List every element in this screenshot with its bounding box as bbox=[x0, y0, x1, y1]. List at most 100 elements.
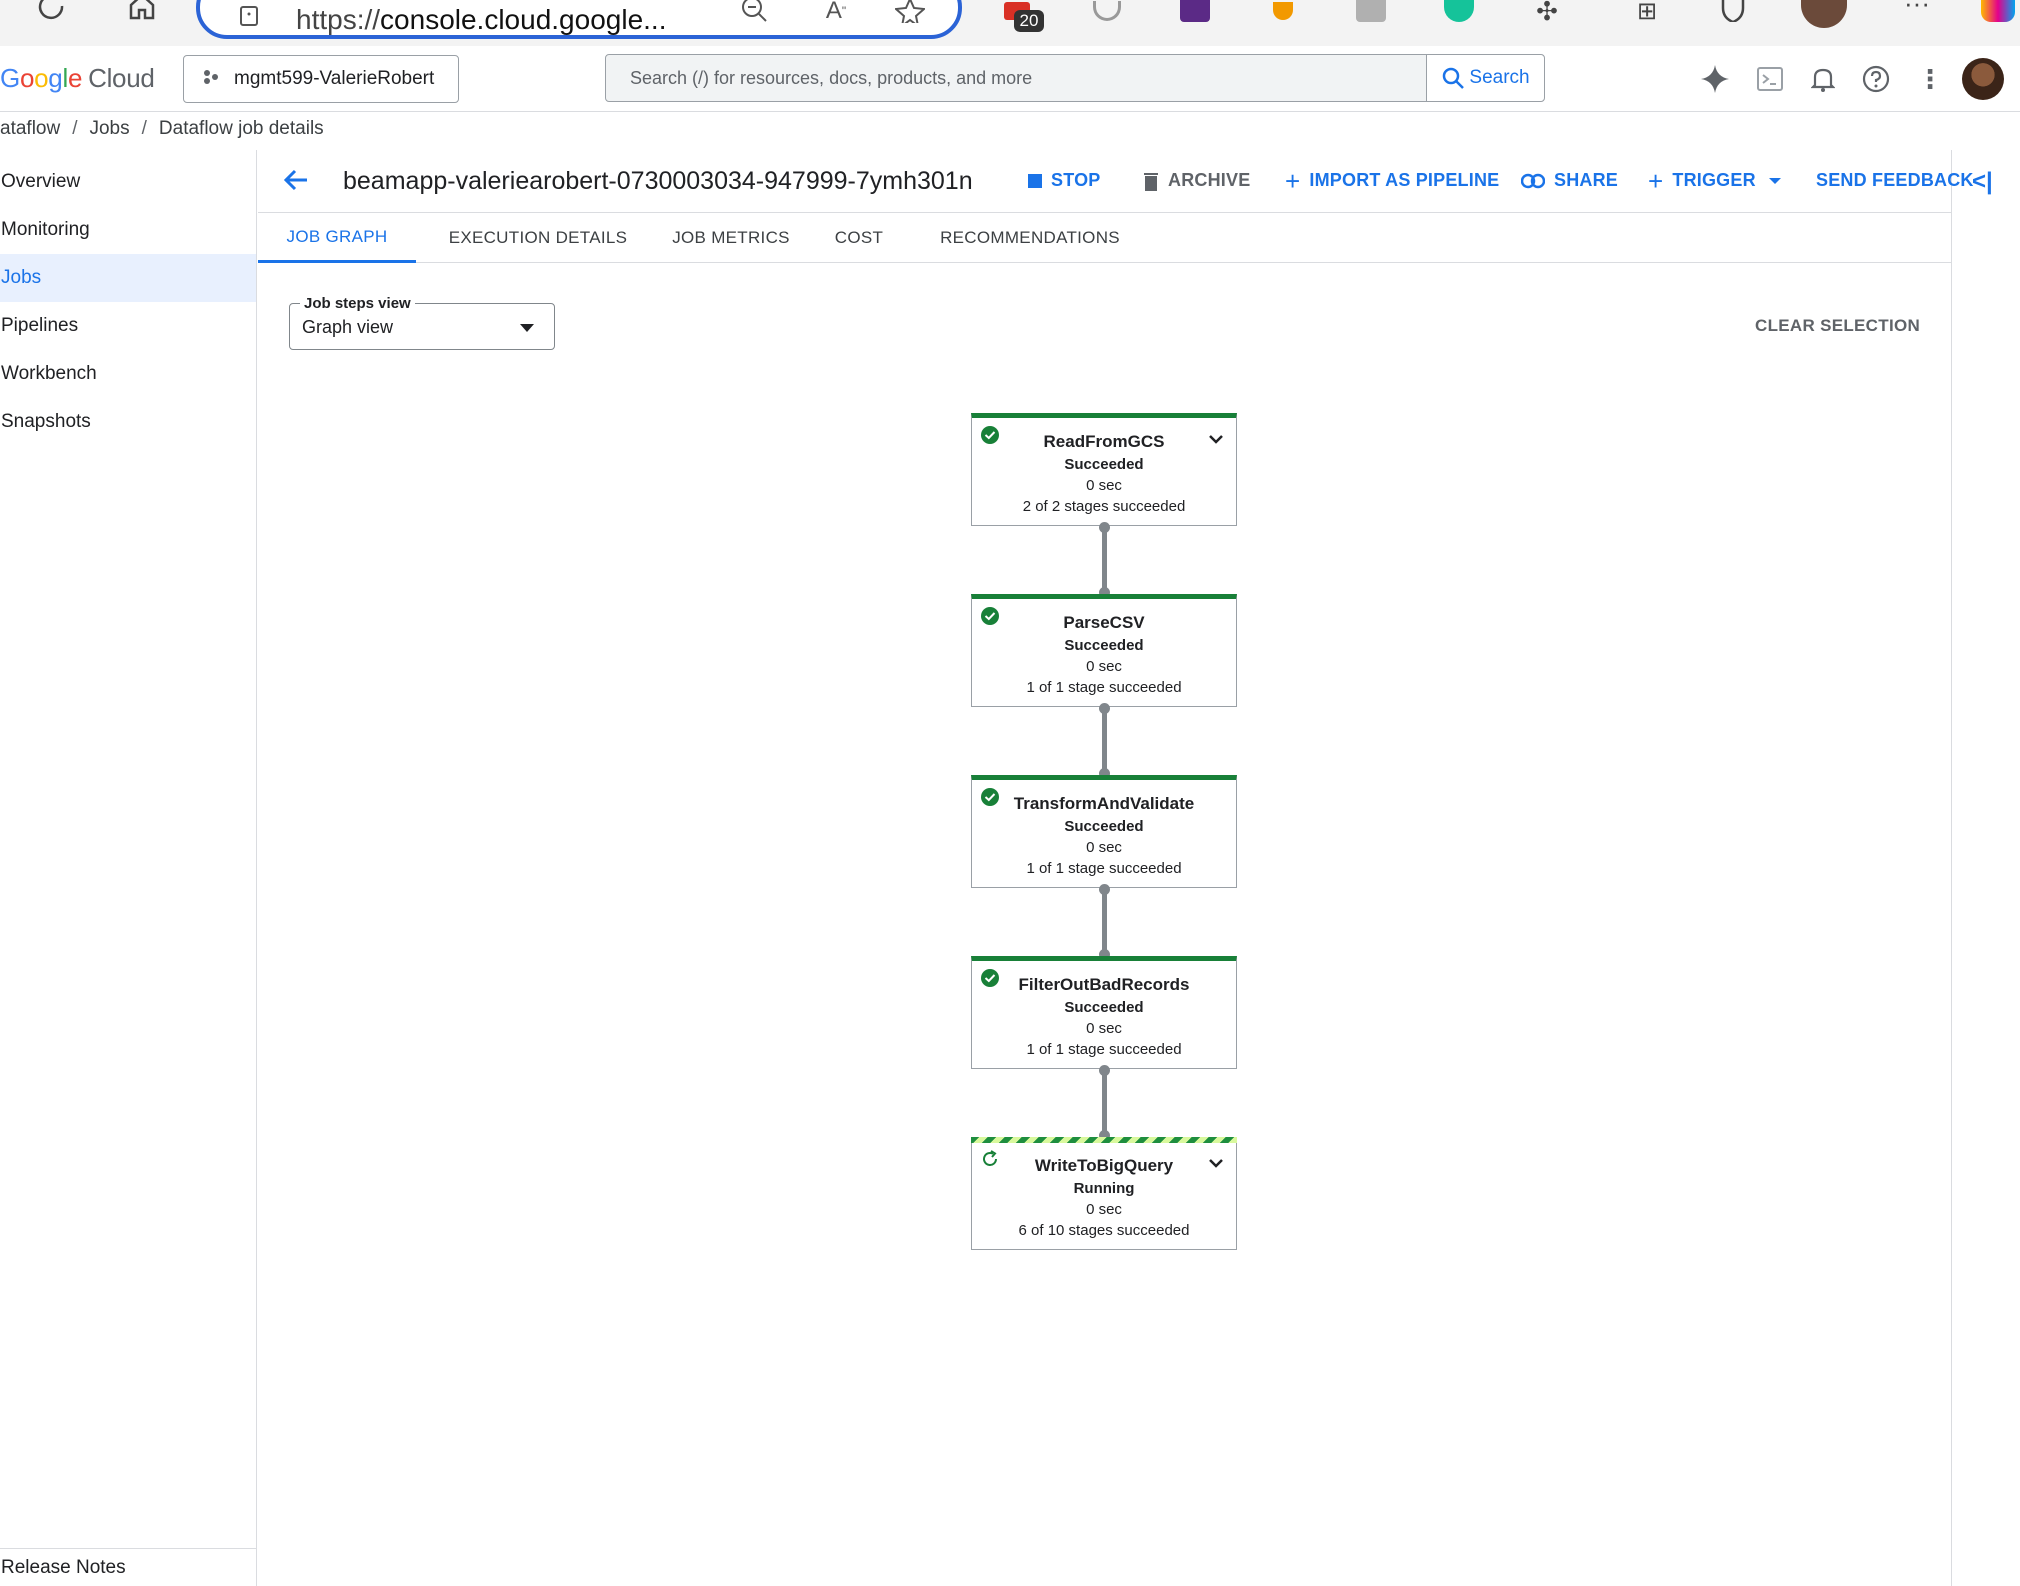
stop-icon bbox=[1028, 173, 1042, 188]
search-button-label: Search bbox=[1469, 67, 1530, 88]
graph-edge bbox=[1099, 522, 1110, 598]
graph-edge bbox=[1099, 884, 1110, 960]
release-notes-link[interactable]: Release Notes bbox=[0, 1548, 257, 1586]
tab-cost[interactable]: COST bbox=[814, 213, 904, 263]
archive-button[interactable]: ARCHIVE bbox=[1143, 170, 1250, 191]
node-duration: 0 sec bbox=[1086, 477, 1122, 494]
cloud-shell-icon[interactable] bbox=[1755, 64, 1785, 94]
grey-extension-icon[interactable] bbox=[1354, 0, 1388, 22]
chevron-down-icon[interactable] bbox=[1208, 1155, 1224, 1171]
share-label: SHARE bbox=[1554, 170, 1619, 190]
send-feedback-button[interactable]: SEND FEEDBACK bbox=[1816, 170, 1974, 191]
node-name: ParseCSV bbox=[1063, 613, 1145, 632]
profile-icon[interactable] bbox=[1800, 0, 1848, 28]
import-as-pipeline-button[interactable]: + IMPORT AS PIPELINE bbox=[1285, 165, 1500, 196]
tab-execution-details[interactable]: EXECUTION DETAILS bbox=[428, 213, 648, 263]
share-button[interactable]: SHARE bbox=[1521, 170, 1618, 191]
project-name: mgmt599-ValerieRobert bbox=[234, 68, 435, 89]
google-cloud-logo[interactable]: Google Cloud bbox=[0, 63, 155, 94]
breadcrumb-dataflow[interactable]: ataflow bbox=[0, 118, 60, 140]
search-input[interactable]: Search (/) for resources, docs, products… bbox=[630, 68, 1032, 89]
site-info-icon[interactable] bbox=[236, 4, 262, 26]
sidebar-item-snapshots[interactable]: Snapshots bbox=[0, 398, 256, 446]
job-steps-view-select[interactable]: Job steps view Graph view bbox=[289, 295, 555, 350]
home-icon[interactable] bbox=[124, 0, 160, 24]
node-stages: 1 of 1 stage succeeded bbox=[1026, 1041, 1182, 1058]
node-name: FilterOutBadRecords bbox=[1018, 975, 1190, 994]
address-bar[interactable]: https://console.cloud.google... A " bbox=[196, 0, 962, 39]
browser-toolbar: https://console.cloud.google... A " 20 ✣ … bbox=[0, 0, 2020, 46]
browser-essentials-icon[interactable] bbox=[1716, 0, 1750, 22]
collections-icon[interactable]: ⊞ bbox=[1630, 0, 1664, 25]
trash-icon bbox=[1144, 172, 1158, 191]
search-bar[interactable]: Search (/) for resources, docs, products… bbox=[605, 54, 1545, 102]
gemini-icon[interactable] bbox=[1700, 64, 1730, 94]
node-status: Running bbox=[1073, 1180, 1135, 1197]
more-vert-icon[interactable]: ⋮ bbox=[1915, 64, 1945, 94]
reload-icon[interactable] bbox=[34, 0, 70, 26]
orange-extension-icon[interactable] bbox=[1266, 0, 1300, 22]
graph-node-transformandvalidate[interactable]: TransformAndValidate Succeeded 0 sec 1 o… bbox=[971, 775, 1237, 888]
more-menu-icon[interactable]: ··· bbox=[1900, 0, 1934, 18]
graph-edge bbox=[1099, 1065, 1110, 1141]
sidebar-item-workbench[interactable]: Workbench bbox=[0, 350, 256, 398]
node-stages: 1 of 1 stage succeeded bbox=[1026, 679, 1182, 696]
graph-node-writetobigquery[interactable]: WriteToBigQuery Running 0 sec 6 of 10 st… bbox=[971, 1137, 1237, 1250]
tab-job-metrics[interactable]: JOB METRICS bbox=[656, 213, 806, 263]
tab-job-graph[interactable]: JOB GRAPH bbox=[258, 213, 416, 263]
send-feedback-label: SEND FEEDBACK bbox=[1816, 170, 1974, 190]
node-stages: 2 of 2 stages succeeded bbox=[1022, 498, 1186, 515]
job-steps-view-value: Graph view bbox=[302, 317, 394, 337]
read-aloud-icon[interactable]: A " bbox=[818, 0, 854, 24]
purple-extension-icon[interactable] bbox=[1178, 0, 1212, 22]
trigger-button[interactable]: + TRIGGER bbox=[1648, 168, 1781, 194]
xbox-extension-icon[interactable] bbox=[1090, 0, 1124, 22]
search-icon bbox=[1443, 67, 1465, 89]
extensions-puzzle-icon[interactable]: ✣ bbox=[1530, 0, 1564, 26]
favorite-star-icon[interactable] bbox=[894, 0, 926, 23]
user-avatar[interactable] bbox=[1962, 58, 2004, 100]
back-arrow-icon[interactable] bbox=[282, 166, 312, 196]
sidebar-item-monitoring[interactable]: Monitoring bbox=[0, 206, 256, 254]
success-check-icon bbox=[981, 788, 999, 806]
search-button[interactable]: Search bbox=[1426, 55, 1544, 101]
console-header: Google Cloud mgmt599-ValerieRobert Search… bbox=[0, 46, 2020, 112]
sidebar-item-jobs[interactable]: Jobs bbox=[0, 254, 256, 302]
sidebar-item-pipelines[interactable]: Pipelines bbox=[0, 302, 256, 350]
right-panel-divider bbox=[1951, 150, 1952, 1586]
node-name: TransformAndValidate bbox=[1013, 794, 1195, 813]
collapse-panel-icon[interactable]: <| bbox=[1972, 168, 1993, 196]
node-status: Succeeded bbox=[1064, 456, 1144, 473]
graph-node-readfromgcs[interactable]: ReadFromGCS Succeeded 0 sec 2 of 2 stage… bbox=[971, 413, 1237, 526]
stop-button[interactable]: STOP bbox=[1028, 170, 1100, 191]
breadcrumb-job-details: Dataflow job details bbox=[158, 118, 324, 139]
url-text[interactable]: https://console.cloud.google... bbox=[296, 4, 666, 36]
success-check-icon bbox=[981, 969, 999, 987]
node-duration: 0 sec bbox=[1086, 839, 1122, 856]
graph-node-filteroutbadrecords[interactable]: FilterOutBadRecords Succeeded 0 sec 1 of… bbox=[971, 956, 1237, 1069]
chevron-down-icon[interactable] bbox=[1208, 431, 1224, 447]
running-refresh-icon bbox=[983, 1150, 997, 1166]
breadcrumb-jobs[interactable]: Jobs bbox=[89, 118, 129, 140]
plus-icon: + bbox=[1285, 165, 1301, 196]
grammarly-icon[interactable] bbox=[1442, 0, 1476, 22]
logo-google: Google bbox=[0, 63, 83, 93]
tab-recommendations[interactable]: RECOMMENDATIONS bbox=[914, 213, 1146, 263]
zoom-out-icon[interactable] bbox=[740, 0, 770, 22]
url-host: console.cloud.google... bbox=[380, 4, 667, 35]
import-label: IMPORT AS PIPELINE bbox=[1309, 170, 1500, 190]
notifications-bell-icon[interactable] bbox=[1808, 64, 1838, 94]
job-tabs: JOB GRAPH EXECUTION DETAILS JOB METRICS … bbox=[258, 212, 1951, 263]
graph-edge bbox=[1099, 703, 1110, 779]
graph-node-parsecsv[interactable]: ParseCSV Succeeded 0 sec 1 of 1 stage su… bbox=[971, 594, 1237, 707]
breadcrumb: ataflow / Jobs / Dataflow job details bbox=[0, 112, 2020, 146]
caret-down-icon bbox=[1768, 177, 1781, 184]
copilot-icon[interactable] bbox=[1978, 0, 2018, 22]
job-graph: ReadFromGCS Succeeded 0 sec 2 of 2 stage… bbox=[971, 413, 1239, 1253]
clear-selection-button[interactable]: CLEAR SELECTION bbox=[1755, 316, 1920, 336]
stop-label: STOP bbox=[1051, 170, 1101, 190]
help-icon[interactable] bbox=[1861, 64, 1891, 94]
project-picker[interactable]: mgmt599-ValerieRobert bbox=[183, 55, 459, 103]
node-name: WriteToBigQuery bbox=[1034, 1156, 1174, 1175]
sidebar-item-overview[interactable]: Overview bbox=[0, 158, 256, 206]
